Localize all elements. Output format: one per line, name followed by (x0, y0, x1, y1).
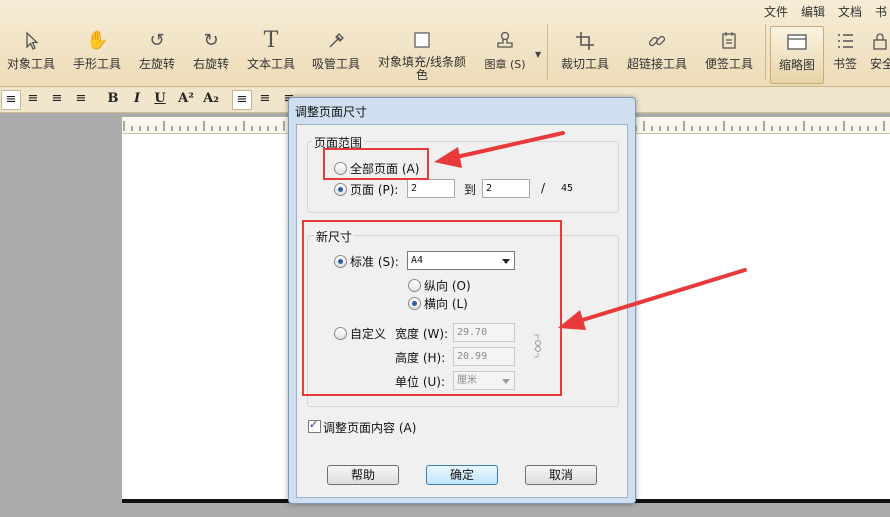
annotation-arrow-upper (434, 131, 565, 168)
annotation-arrow-lower (558, 268, 747, 330)
annotation-arrows (434, 131, 747, 330)
